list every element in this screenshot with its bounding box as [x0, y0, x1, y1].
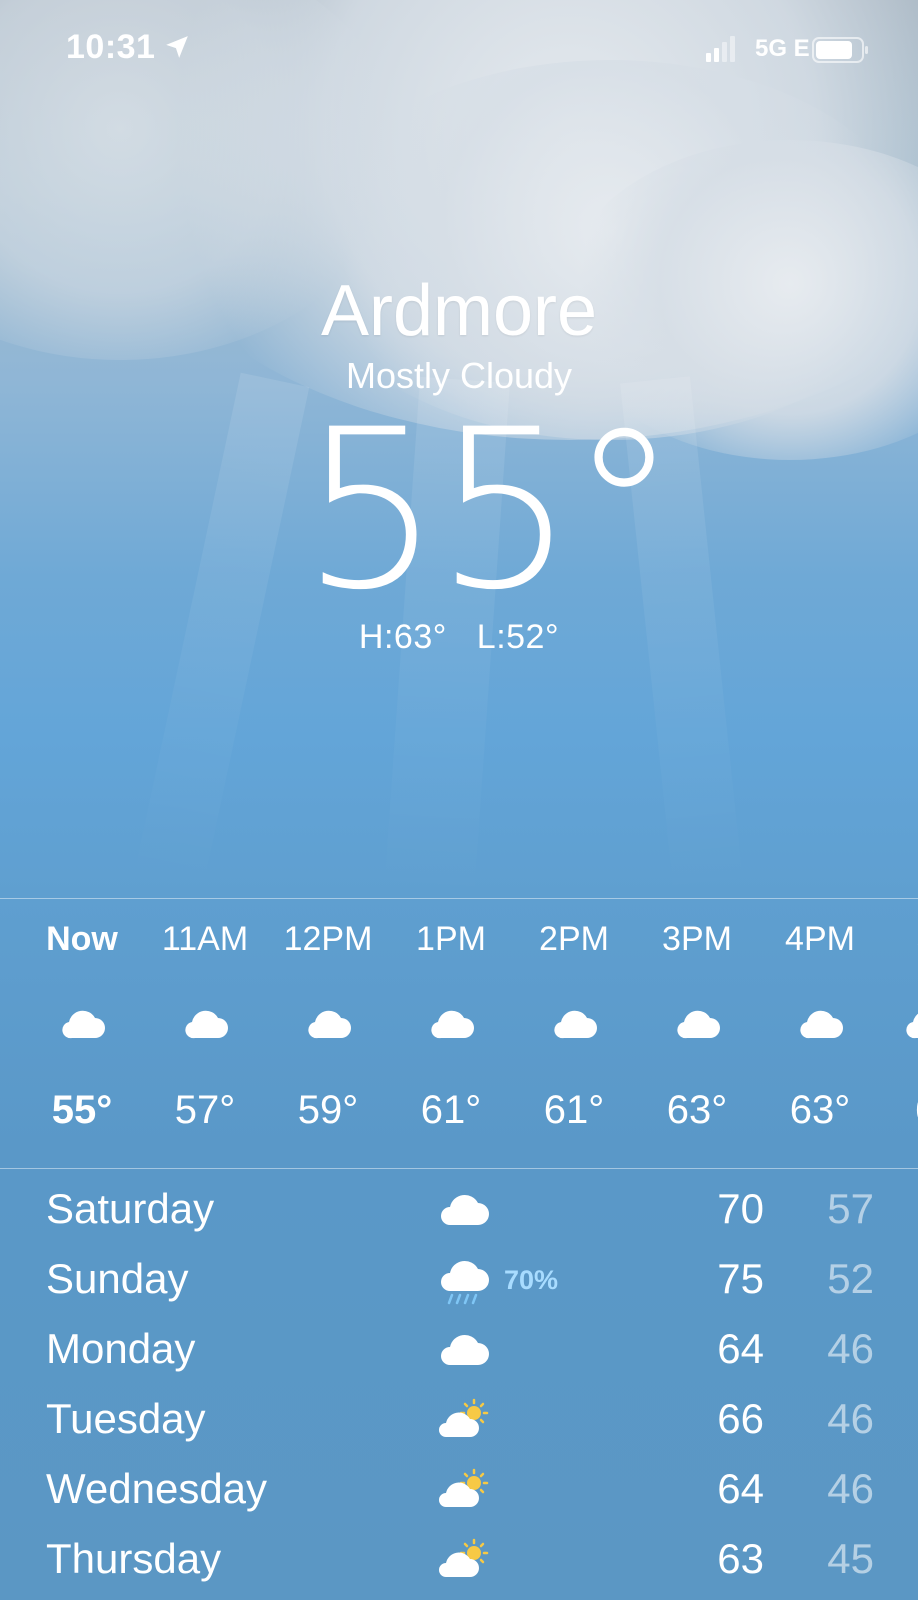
day-name: Saturday: [46, 1185, 215, 1232]
hour-label: 4PM: [785, 920, 855, 958]
hour-temperature: 63°: [789, 1088, 851, 1132]
day-low: 45: [827, 1535, 874, 1582]
cloud-icon: [554, 1010, 597, 1039]
cloud-icon: [677, 1010, 720, 1039]
high-low-temperatures: H:63° L:52°: [0, 618, 918, 657]
hour-temperature: 57°: [174, 1088, 236, 1132]
partly-sunny-icon: [439, 1468, 489, 1507]
cloud-icon: [800, 1010, 843, 1039]
hour-temperature: 55°: [51, 1088, 113, 1132]
cloud-icon: [308, 1010, 351, 1039]
day-high: 66: [717, 1395, 764, 1442]
location-arrow-icon: [166, 36, 188, 58]
daily-row: Thursday 63 45: [0, 1525, 918, 1595]
hourly-bottom-divider: [0, 1168, 918, 1169]
day-low: 46: [827, 1395, 874, 1442]
day-name: Wednesday: [46, 1465, 268, 1512]
day-high: 64: [717, 1465, 764, 1512]
battery-icon: [812, 37, 868, 63]
daily-row: Wednesday 64 46: [0, 1455, 918, 1525]
current-temperature: 55°: [301, 382, 679, 638]
cloud-icon: [62, 1010, 105, 1039]
cloud-icon: [185, 1010, 228, 1039]
low-temperature: L:52°: [476, 618, 560, 656]
day-low: 46: [827, 1465, 874, 1512]
day-name: Monday: [46, 1325, 196, 1372]
hour-label: 3PM: [662, 920, 732, 958]
hour-label: 2PM: [539, 920, 609, 958]
hour-label: 12PM: [283, 920, 373, 958]
daily-row: Saturday 70 57: [0, 1175, 918, 1245]
cloud-icon: [441, 1194, 489, 1225]
partly-sunny-icon: [439, 1398, 489, 1437]
cloud-icon: [906, 1013, 918, 1039]
hour-temperature: 6: [866, 1088, 918, 1133]
hour-temperature: 61°: [543, 1088, 605, 1132]
high-temperature: H:63°: [358, 618, 447, 656]
hour-label: 1PM: [416, 920, 486, 958]
cloud-icon: [441, 1334, 489, 1365]
hour-temperature: 63°: [666, 1088, 728, 1132]
cloud-icon: [431, 1010, 474, 1039]
precipitation-chance: 70%: [504, 1265, 559, 1295]
day-high: 63: [717, 1535, 764, 1582]
hourly-forecast[interactable]: Now 55° 11AM 57° 12PM 59° 1PM 61° 2PM 61…: [0, 898, 918, 1168]
city-name: Ardmore: [320, 271, 598, 351]
hour-label: Now: [46, 920, 118, 958]
day-name: Thursday: [46, 1535, 222, 1582]
status-time: 10:31: [66, 28, 156, 66]
daily-row: Monday 64 46: [0, 1315, 918, 1385]
day-low: 57: [827, 1185, 874, 1232]
daily-row: Sunday 70% 75 52: [0, 1245, 918, 1315]
hour-label: 11AM: [161, 920, 249, 958]
status-bar: 10:31 5G E: [0, 0, 918, 100]
day-name: Tuesday: [46, 1395, 206, 1442]
partly-sunny-icon: [439, 1538, 489, 1577]
hour-temperature: 61°: [420, 1088, 482, 1132]
day-high: 64: [717, 1325, 764, 1372]
day-low: 46: [827, 1325, 874, 1372]
network-label: 5G E: [755, 35, 810, 62]
signal-icon: [706, 36, 735, 62]
rain-cloud-icon: [441, 1260, 489, 1305]
day-high: 75: [717, 1255, 764, 1302]
hour-label: 5: [866, 920, 918, 959]
daily-row: Tuesday 66 46: [0, 1385, 918, 1455]
day-low: 52: [827, 1255, 874, 1302]
day-name: Sunday: [46, 1255, 189, 1302]
day-high: 70: [717, 1185, 764, 1232]
hour-temperature: 59°: [297, 1088, 359, 1132]
